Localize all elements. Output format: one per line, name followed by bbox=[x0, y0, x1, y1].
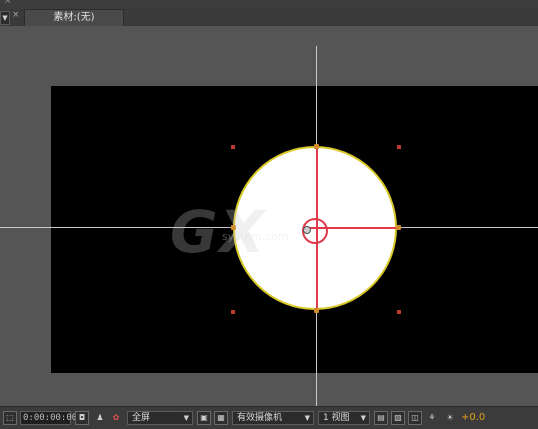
top-close-glyph[interactable]: × bbox=[4, 0, 12, 6]
path-vertex-right[interactable] bbox=[396, 225, 401, 230]
camera-dropdown[interactable]: 有效摄像机 ▼ bbox=[232, 411, 314, 425]
exposure-icon[interactable]: ☀ bbox=[443, 411, 457, 425]
chevron-down-icon: ▼ bbox=[183, 414, 189, 422]
tab-footage[interactable]: 素材:(无) bbox=[24, 9, 124, 26]
chevron-down-icon: ▼ bbox=[304, 414, 310, 422]
composition-viewer[interactable]: GX system.com bbox=[0, 26, 538, 406]
fast-preview-icon[interactable]: ▧ bbox=[391, 411, 405, 425]
watermark-subtext: system.com bbox=[222, 230, 289, 243]
viewer-toolbar: ⬚ 0:00:00:00 ◘ ♟ ✿ 全屏 ▼ ▣ ▦ 有效摄像机 ▼ 1 视图… bbox=[0, 406, 538, 429]
tab-close-icon[interactable]: × bbox=[12, 10, 20, 20]
exposure-value[interactable]: +0.0 bbox=[461, 411, 485, 425]
chevron-down-icon: ▼ bbox=[360, 414, 366, 422]
resolution-dropdown[interactable]: 全屏 ▼ bbox=[127, 411, 193, 425]
resolution-value: 全屏 bbox=[132, 413, 151, 423]
bounding-handle-top-left[interactable] bbox=[231, 145, 235, 149]
panel-tab-bar: ▼ × 素材:(无) bbox=[0, 9, 538, 27]
path-vertex-top[interactable] bbox=[314, 144, 319, 149]
view-layout-value: 1 视图 bbox=[323, 413, 350, 423]
checkerboard-icon[interactable]: ▦ bbox=[214, 411, 228, 425]
rgb-channels-icon[interactable]: ✿ bbox=[109, 411, 123, 425]
pixel-aspect-icon[interactable]: ▤ bbox=[374, 411, 388, 425]
timecode-display[interactable]: 0:00:00:00 bbox=[20, 411, 77, 425]
flowchart-icon[interactable]: ⚘ bbox=[425, 411, 439, 425]
bounding-handle-bottom-left[interactable] bbox=[231, 310, 235, 314]
view-layout-dropdown[interactable]: 1 视图 ▼ bbox=[318, 411, 370, 425]
anchor-point-icon[interactable] bbox=[303, 226, 311, 234]
panel-menu-button[interactable]: ▼ bbox=[0, 11, 10, 25]
path-vertex-bottom[interactable] bbox=[314, 308, 319, 313]
region-of-interest-icon[interactable]: ⬚ bbox=[3, 411, 17, 425]
person-icon[interactable]: ♟ bbox=[93, 411, 107, 425]
camera-value: 有效摄像机 bbox=[237, 413, 283, 423]
region-icon[interactable]: ▣ bbox=[197, 411, 211, 425]
camera-icon[interactable]: ◘ bbox=[75, 411, 89, 425]
bounding-handle-bottom-right[interactable] bbox=[397, 310, 401, 314]
timeline-icon[interactable]: ◫ bbox=[408, 411, 422, 425]
bounding-handle-top-right[interactable] bbox=[397, 145, 401, 149]
